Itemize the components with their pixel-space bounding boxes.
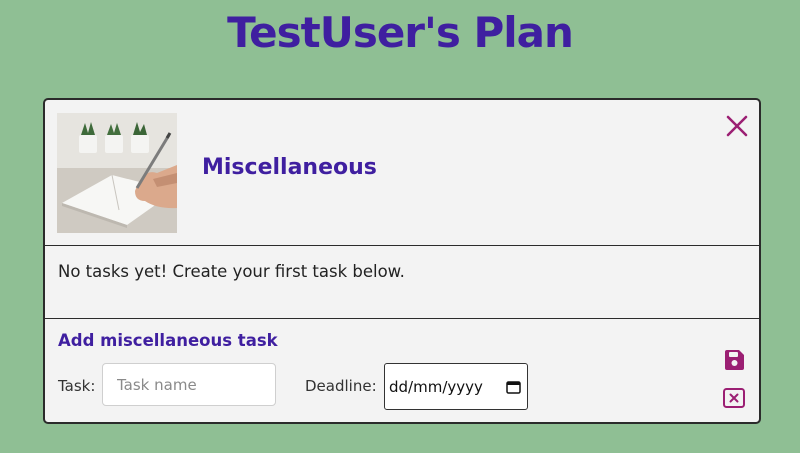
page-title: TestUser's Plan [227,8,574,57]
category-title: Miscellaneous [202,155,377,180]
task-name-input[interactable] [102,363,276,406]
notebook-photo-icon [57,113,177,233]
category-image [57,113,177,233]
task-label: Task: [58,377,96,395]
close-icon [726,115,748,137]
save-task-button[interactable] [722,348,746,372]
task-list: No tasks yet! Create your first task bel… [45,246,759,319]
deadline-date-input[interactable]: dd/mm/yyyy [384,363,528,410]
calendar-icon[interactable] [506,380,521,394]
add-task-form: Add miscellaneous task Task: Deadline: d… [45,319,759,422]
deadline-date-value: dd/mm/yyyy [389,378,483,396]
form-heading: Add miscellaneous task [58,331,278,350]
cancel-square-icon [723,388,745,408]
close-button[interactable] [723,112,751,140]
empty-tasks-message: No tasks yet! Create your first task bel… [58,262,405,281]
card-header: Miscellaneous [45,100,759,246]
floppy-disk-icon [725,350,744,370]
deadline-label: Deadline: [305,377,377,395]
category-card: Miscellaneous No tasks yet! Create your … [43,98,761,424]
cancel-task-button[interactable] [722,386,746,410]
